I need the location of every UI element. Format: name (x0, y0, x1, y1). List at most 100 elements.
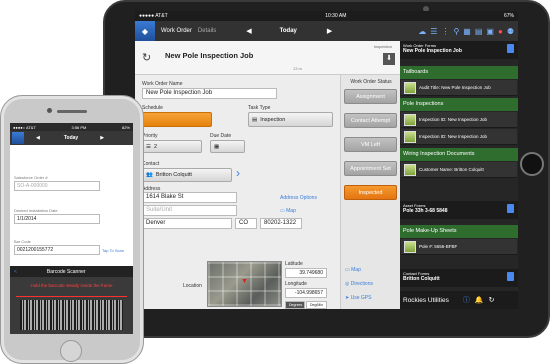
task-type-select[interactable]: ▤ Inspection (248, 112, 333, 127)
next-day-button[interactable]: ▶ (327, 27, 332, 35)
degrees-toggle[interactable]: Degrees (285, 301, 305, 309)
scanner-message: Hold the barcode steady inside the frame (30, 283, 113, 288)
list-item[interactable]: Audit Title: New Pole Inspection Job (401, 80, 517, 96)
state-field[interactable]: CO (235, 218, 257, 229)
list-item[interactable]: Customer Name: Britton Colquitt (401, 162, 517, 178)
street-field[interactable]: 1614 Blake St (142, 192, 237, 203)
map-link-label: Map (286, 208, 296, 214)
schedule-button[interactable] (142, 112, 212, 127)
appointment-set-button[interactable]: Appointment Set (344, 161, 397, 176)
priority-select[interactable]: ☰ 2 (142, 140, 202, 153)
item-label: Audit Title: New Pole Inspection Job (419, 85, 491, 90)
barcode-image (20, 300, 123, 330)
asset-forms-header[interactable]: Asset Forms Pole 33h 3-68 5848 (400, 201, 518, 219)
form-thumbnail-icon (404, 130, 416, 143)
salesforce-order-field[interactable]: Salesforce Order # SO-A-000000 (14, 175, 100, 191)
location-icon[interactable]: ⚲ (453, 27, 459, 36)
info-icon[interactable]: ⓘ (463, 295, 470, 305)
latitude-field[interactable]: 39.749680 (285, 268, 327, 278)
contact-select[interactable]: 👥 Britton Colquitt (142, 168, 232, 182)
scanner-header: < Barcode Scanner (10, 266, 133, 277)
wo-name-label: Work Order Name (142, 81, 183, 87)
zip-field[interactable]: 80202-1322 (260, 218, 302, 229)
contact-attempt-button[interactable]: Contact Attempt (344, 113, 397, 128)
map-link[interactable]: ▭ Map (280, 208, 296, 214)
document-icon (507, 44, 514, 53)
bar-code-label: Bar Code (14, 239, 31, 244)
form-thumbnail-icon (404, 113, 416, 126)
longitude-label: Longitude (285, 281, 307, 287)
list-item[interactable]: Inspection ID: New Inspection Job (401, 112, 517, 128)
suite-field[interactable]: Suite/Unit (142, 205, 237, 216)
app-logo-icon[interactable]: ◆ (135, 21, 155, 41)
download-icon[interactable]: ⬇ (383, 53, 395, 65)
map-action-label: Map (351, 267, 361, 273)
scanner-back-button[interactable]: < (14, 269, 17, 275)
ipad-navbar: ◆ Work Order Details ◀ Today ▶ ☁ ☰ ⋮ ⚲ ▦… (135, 21, 518, 41)
battery-text: 67% (503, 13, 514, 19)
iphone-status-bar: ●●●●○ AT&T 3:56 PM 82% (10, 123, 133, 131)
form-thumbnail-icon (404, 81, 416, 94)
page-title: New Pole Inspection Job (165, 51, 254, 60)
iphone-battery: 82% (121, 124, 130, 130)
iphone-app-logo-icon[interactable] (12, 132, 24, 144)
address-options-link[interactable]: Address Options (280, 195, 317, 201)
use-gps-action[interactable]: ➤ Use GPS (345, 295, 371, 301)
ipad-screen: ●●●●● AT&T 10:30 AM 67% ◆ Work Order Det… (135, 11, 518, 309)
list-item[interactable]: Inspection ID: New Inspection Job (401, 129, 517, 145)
contact-value: Britton Colquitt (155, 172, 192, 178)
breadcrumb-work-order[interactable]: Work Order (161, 28, 192, 34)
list-icon[interactable]: ☰ (430, 27, 437, 36)
contact-chevron-icon[interactable]: › (236, 166, 240, 180)
longitude-field[interactable]: -104.998657 (285, 288, 327, 298)
filter-icon[interactable]: ⋮ (441, 27, 449, 36)
sync-icon[interactable]: ↻ (489, 296, 495, 304)
iphone-today-label[interactable]: Today (64, 135, 78, 141)
section-wiring-docs[interactable]: Wiring Inspection Documents (400, 148, 518, 161)
section-tailboards[interactable]: Tailboards (400, 66, 518, 79)
item-label: Inspection ID: New Inspection Job (419, 134, 488, 139)
wo-name-field[interactable]: New Pole Inspection Job (142, 88, 277, 99)
city-field[interactable]: Denver (142, 218, 232, 229)
iphone-next-icon[interactable]: ▶ (100, 135, 104, 141)
inspected-button[interactable]: Inspected (344, 185, 397, 200)
prev-day-button[interactable]: ◀ (246, 27, 251, 35)
degmin-toggle[interactable]: Deg/Min (306, 301, 327, 309)
iphone-device: ●●●●○ AT&T 3:56 PM 82% ◀ Today ▶ Salesfo… (0, 95, 144, 364)
barcode-scanner: < Barcode Scanner Hold the barcode stead… (10, 266, 133, 334)
contact-forms-header[interactable]: Contact Forms Britton Colquitt (400, 269, 518, 287)
ipad-home-button[interactable] (520, 152, 544, 176)
chat-icon[interactable]: ☁ (418, 27, 426, 36)
breadcrumb-details: Details (197, 28, 217, 34)
install-date-field[interactable]: Desired Installation Date 1/1/2014 (14, 208, 100, 224)
directions-action[interactable]: ◎ Directions (345, 281, 373, 287)
today-label[interactable]: Today (280, 28, 297, 34)
contact-forms-title: Britton Colquitt (403, 276, 440, 282)
location-map[interactable]: ▼ (207, 261, 282, 307)
list-item[interactable]: Pole #: 5656-BFBF (401, 239, 517, 255)
section-pole-inspections[interactable]: Pole Inspections (400, 98, 518, 111)
iphone-home-button[interactable] (60, 340, 82, 362)
grid-icon[interactable]: ▦ (463, 27, 471, 36)
contacts-icon[interactable]: ▤ (475, 27, 483, 36)
calendar-icon[interactable]: ▣ (486, 27, 494, 36)
bar-code-field[interactable]: Bar Code 0021200155772 (14, 239, 100, 255)
section-pole-makeup[interactable]: Pole Make-Up Sheets (400, 225, 518, 238)
vm-left-button[interactable]: VM Left (344, 137, 397, 152)
iphone-prev-icon[interactable]: ◀ (36, 135, 40, 141)
form-thumbnail-icon (404, 163, 416, 176)
iphone-screen: ●●●●○ AT&T 3:56 PM 82% ◀ Today ▶ Salesfo… (10, 123, 133, 334)
user-icon[interactable]: ⚉ (507, 27, 514, 36)
refresh-icon[interactable]: ↻ (142, 51, 151, 64)
alert-icon[interactable]: ● (498, 27, 503, 36)
map-small-icon: ▭ (280, 208, 285, 214)
due-date-field[interactable]: ▦ (210, 140, 245, 153)
forms-panel: Work Order Forms New Pole Inspection Job… (400, 41, 518, 309)
status-title: Work Order Status (350, 79, 392, 85)
assignment-button[interactable]: Assignment (344, 89, 397, 104)
clock-text: 10:30 AM (325, 13, 347, 19)
map-action[interactable]: ▭ Map (345, 267, 361, 273)
bell-icon[interactable]: 🔔 (475, 296, 484, 304)
work-order-forms-header[interactable]: Work Order Forms New Pole Inspection Job (400, 41, 518, 59)
tap-to-scan-link[interactable]: Tap To Scan (102, 248, 124, 253)
